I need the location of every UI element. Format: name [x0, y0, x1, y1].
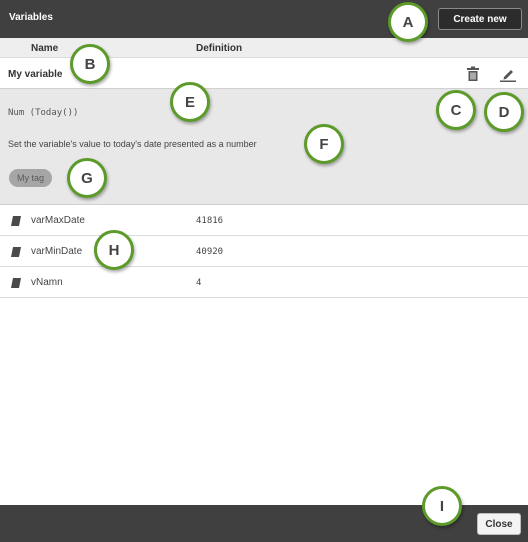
variable-value: 40920 [196, 247, 224, 257]
callout-g: G [67, 158, 107, 198]
callout-b: B [70, 44, 110, 84]
callout-h: H [94, 230, 134, 270]
variable-definition: Num (Today()) [8, 108, 79, 118]
close-button[interactable]: Close [477, 513, 521, 535]
edit-icon[interactable] [498, 66, 518, 82]
callout-d: D [484, 92, 524, 132]
column-definition-header: Definition [196, 43, 243, 54]
variable-value: 41816 [196, 216, 224, 226]
delete-icon[interactable] [466, 66, 480, 82]
variable-description: Set the variable's value to today's date… [8, 139, 257, 149]
variable-row[interactable]: vNamn 4 [0, 267, 528, 298]
variable-name: varMaxDate [31, 215, 85, 226]
variable-name: vNamn [31, 277, 63, 288]
variable-name: varMinDate [31, 246, 83, 257]
callout-a: A [388, 2, 428, 42]
callout-f: F [304, 124, 344, 164]
selected-variable-name: My variable [8, 69, 63, 80]
variable-value: 4 [196, 278, 202, 288]
dialog-title: Variables [9, 12, 53, 23]
create-new-button[interactable]: Create new [438, 8, 522, 30]
callout-i: I [422, 486, 462, 526]
variable-icon [11, 247, 21, 257]
column-name-header: Name [31, 43, 59, 54]
variable-icon [11, 278, 21, 288]
variable-row[interactable]: varMinDate 40920 [0, 236, 528, 267]
variable-tag[interactable]: My tag [9, 169, 53, 187]
variable-row[interactable]: varMaxDate 41816 [0, 205, 528, 236]
dialog-header: Variables Create new [0, 0, 528, 38]
callout-e: E [170, 82, 210, 122]
variable-icon [11, 216, 21, 226]
callout-c: C [436, 90, 476, 130]
